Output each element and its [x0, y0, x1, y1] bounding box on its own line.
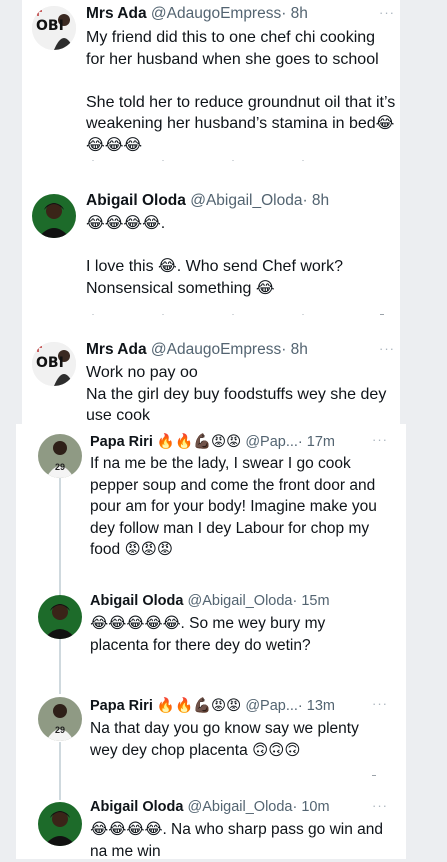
tweet-thread-card-top: OBI Mrs Ada @AdaugoEmpress· 8h ··· My fr… [22, 0, 400, 424]
handle[interactable]: @Abigail_Oloda [187, 799, 292, 815]
avatar[interactable] [38, 595, 82, 639]
handle[interactable]: @Pap... [245, 698, 298, 714]
tweet[interactable]: OBI Mrs Ada @AdaugoEmpress· 8h ··· My fr… [22, 0, 400, 180]
avatar[interactable]: 29 [38, 434, 82, 478]
handle[interactable]: @Pap... [245, 434, 298, 450]
more-options-icon[interactable]: ··· [372, 696, 388, 711]
profile-photo-icon [38, 802, 82, 846]
tweet-text: Work no pay oo Na the girl dey buy foods… [86, 364, 387, 424]
more-options-icon[interactable]: ··· [379, 341, 395, 356]
tweet-header: Abigail Oloda @Abigail_Oloda· 10m [90, 799, 330, 815]
timestamp[interactable]: · 8h [281, 5, 308, 22]
tweet[interactable]: Abigail Oloda @Abigail_Oloda· 15m 😂😂😂😂😂.… [16, 589, 406, 689]
display-name[interactable]: Mrs Ada [86, 5, 147, 22]
scroll-mark [372, 775, 376, 776]
jersey-number: 29 [55, 725, 66, 735]
more-options-icon[interactable]: ··· [372, 798, 388, 813]
tweet-text: 😂😂😂😂😂. So me wey bury my placenta for th… [90, 615, 326, 654]
display-name[interactable]: Papa Riri 🔥🔥💪🏿😡😡 [90, 698, 241, 714]
avatar[interactable]: OBI [32, 342, 76, 386]
tweet-header: Abigail Oloda @Abigail_Oloda· 8h [86, 192, 329, 210]
divider [92, 160, 332, 161]
timestamp[interactable]: · 10m [293, 799, 330, 815]
tweet-text: 😂😂😂😂. Na who sharp pass go win and na me… [90, 821, 384, 860]
avatar-logo-text: OBI [36, 18, 64, 34]
avatar-logo-text: OBI [36, 355, 64, 371]
display-name[interactable]: Mrs Ada [86, 341, 147, 358]
display-name[interactable]: Abigail Oloda [90, 593, 183, 609]
handle[interactable]: @AdaugoEmpress [151, 341, 281, 358]
timestamp[interactable]: · 8h [302, 192, 329, 209]
timestamp[interactable]: · 13m [298, 698, 335, 714]
avatar[interactable]: OBI [32, 6, 76, 50]
profile-photo-icon [32, 194, 76, 238]
avatar[interactable]: 29 [38, 697, 82, 741]
profile-photo-icon [38, 595, 82, 639]
avatar[interactable] [32, 194, 76, 238]
tweet-text: My friend did this to one chef chi cooki… [86, 29, 396, 154]
tweet-thread-card-bottom: 29 Papa Riri 🔥🔥💪🏿😡😡 @Pap...· 17m ··· If … [16, 424, 406, 860]
tweet-header: Mrs Ada @AdaugoEmpress· 8h [86, 341, 308, 359]
tweet-header: Papa Riri 🔥🔥💪🏿😡😡 @Pap...· 17m [90, 433, 335, 450]
tweet-header: Abigail Oloda @Abigail_Oloda· 15m [90, 593, 330, 609]
handle[interactable]: @AdaugoEmpress [151, 5, 281, 22]
tweet[interactable]: Abigail Oloda @Abigail_Oloda· 10m ··· 😂😂… [16, 789, 406, 860]
tweet-text: Na that day you go know say we plenty we… [90, 720, 359, 759]
tweet-header: Papa Riri 🔥🔥💪🏿😡😡 @Pap...· 13m [90, 697, 335, 714]
avatar[interactable] [38, 802, 82, 846]
tweet[interactable]: Abigail Oloda @Abigail_Oloda· 8h 😂😂😂😂. I… [22, 180, 400, 335]
display-name[interactable]: Papa Riri 🔥🔥💪🏿😡😡 [90, 434, 241, 450]
tweet[interactable]: 29 Papa Riri 🔥🔥💪🏿😡😡 @Pap...· 17m ··· If … [16, 424, 406, 589]
tweet-header: Mrs Ada @AdaugoEmpress· 8h [86, 5, 308, 23]
more-options-icon[interactable]: ··· [372, 432, 388, 447]
timestamp[interactable]: · 17m [298, 434, 335, 450]
display-name[interactable]: Abigail Oloda [86, 192, 186, 209]
jersey-number: 29 [55, 462, 66, 472]
tweet[interactable]: 29 Papa Riri 🔥🔥💪🏿😡😡 @Pap...· 13m ··· Na … [16, 689, 406, 789]
handle[interactable]: @Abigail_Oloda [187, 593, 292, 609]
tweet[interactable]: OBI Mrs Ada @AdaugoEmpress· 8h ··· Work … [22, 335, 400, 424]
display-name[interactable]: Abigail Oloda [90, 799, 183, 815]
divider [92, 314, 332, 315]
timestamp[interactable]: · 15m [293, 593, 330, 609]
handle[interactable]: @Abigail_Oloda [190, 192, 302, 209]
tweet-text: If na me be the lady, I swear I go cook … [90, 455, 377, 558]
tweet-text: 😂😂😂😂. I love this 😂. Who send Chef work?… [86, 215, 344, 297]
scroll-mark [380, 314, 384, 315]
more-options-icon[interactable]: ··· [379, 5, 395, 20]
timestamp[interactable]: · 8h [281, 341, 308, 358]
